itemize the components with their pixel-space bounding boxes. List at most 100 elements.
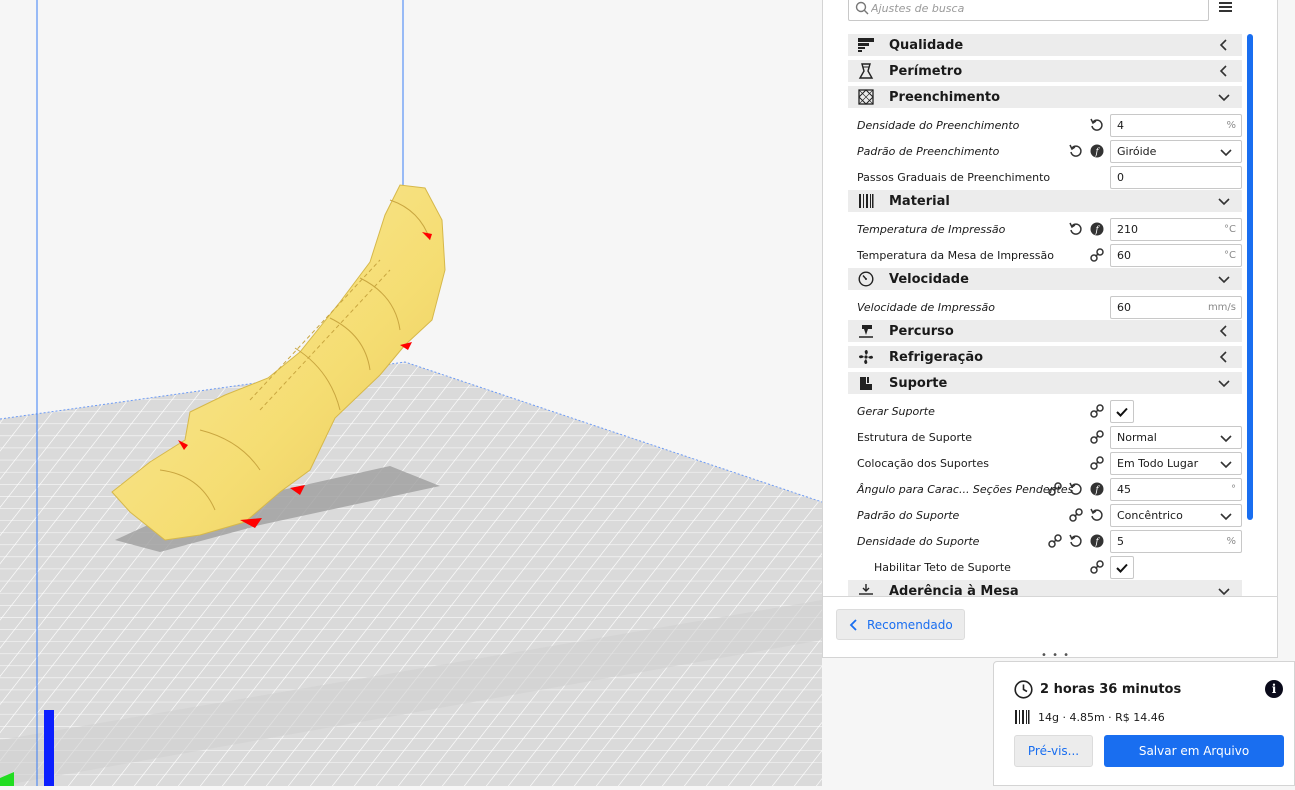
recommended-label: Recomendado (867, 617, 953, 632)
chevron-left-icon (849, 618, 857, 631)
category-suporte[interactable]: Suporte (848, 372, 1242, 394)
link-icon[interactable] (1047, 534, 1062, 549)
reset-icon[interactable] (1068, 222, 1083, 237)
search-icon (855, 1, 869, 15)
link-icon[interactable] (1089, 456, 1104, 471)
material-icon (1015, 710, 1030, 724)
category-label: Velocidade (889, 271, 969, 287)
settings-list[interactable]: Qualidade Perímetro Preenchimento Densid… (848, 34, 1242, 596)
gerar-suporte-checkbox[interactable] (1110, 400, 1134, 423)
link-icon[interactable] (1089, 248, 1104, 263)
padrao-suporte-select[interactable]: Concêntrico (1110, 504, 1242, 527)
field-value: Giróide (1117, 145, 1157, 158)
link-icon[interactable] (1089, 560, 1104, 575)
link-icon[interactable] (1089, 404, 1104, 419)
angulo-secoes-input[interactable]: 45 ° (1110, 478, 1242, 501)
category-material[interactable]: Material (848, 190, 1242, 212)
field-unit: % (1226, 536, 1236, 547)
reset-icon[interactable] (1068, 144, 1083, 159)
preview-button[interactable]: Pré-vis... (1014, 735, 1093, 767)
drag-handle-icon[interactable]: • • • (1041, 650, 1070, 661)
setting-velocidade-impressao: Velocidade de Impressão 60 mm/s (848, 294, 1242, 320)
reset-icon[interactable] (1089, 118, 1104, 133)
search-input[interactable] (871, 0, 1201, 17)
category-qualidade[interactable]: Qualidade (848, 34, 1242, 56)
field-unit: ° (1231, 484, 1236, 495)
velocidade-impressao-input[interactable]: 60 mm/s (1110, 296, 1242, 319)
setting-colocacao-suportes: Colocação dos Suportes Em Todo Lugar (848, 450, 1242, 476)
setting-label: Padrão do Suporte (857, 508, 960, 522)
adhesion-icon (857, 582, 875, 596)
hamburger-menu-icon[interactable] (1219, 1, 1233, 13)
field-value: Normal (1117, 431, 1157, 444)
category-label: Preenchimento (889, 89, 1001, 105)
densidade-suporte-input[interactable]: 5 % (1110, 530, 1242, 553)
setting-padrao-suporte: Padrão do Suporte Concêntrico (848, 502, 1242, 528)
reset-icon[interactable] (1068, 482, 1083, 497)
speed-icon (857, 270, 875, 288)
category-perimetro[interactable]: Perímetro (848, 60, 1242, 82)
chevron-down-icon (1220, 434, 1232, 442)
setting-passos-graduais: Passos Graduais de Preenchimento 0 (848, 164, 1242, 190)
padrao-preenchimento-select[interactable]: Giróide (1110, 140, 1242, 163)
setting-teto-suporte: Habilitar Teto de Suporte (848, 554, 1242, 580)
setting-label: Densidade do Preenchimento (857, 118, 1020, 132)
link-icon[interactable] (1089, 430, 1104, 445)
setting-label: Passos Graduais de Preenchimento (857, 170, 1051, 184)
field-value: 0 (1117, 171, 1124, 184)
setting-label: Gerar Suporte (857, 404, 935, 418)
function-icon[interactable]: f (1089, 482, 1104, 497)
recommended-button[interactable]: Recomendado (836, 609, 965, 640)
infill-icon (857, 88, 875, 106)
function-icon[interactable]: f (1089, 144, 1104, 159)
function-icon[interactable]: f (1089, 534, 1104, 549)
search-box[interactable] (848, 0, 1209, 21)
function-icon[interactable]: f (1089, 222, 1104, 237)
info-icon[interactable]: i (1265, 680, 1283, 698)
field-value: Concêntrico (1117, 509, 1183, 522)
setting-densidade-preenchimento: Densidade do Preenchimento 4 % (848, 112, 1242, 138)
field-value: 4 (1117, 119, 1124, 132)
category-percurso[interactable]: Percurso (848, 320, 1242, 342)
travel-icon (857, 322, 875, 340)
passos-graduais-input[interactable]: 0 (1110, 166, 1242, 189)
teto-suporte-checkbox[interactable] (1110, 556, 1134, 579)
chevron-down-icon (1220, 460, 1232, 468)
link-icon[interactable] (1068, 508, 1083, 523)
reset-icon[interactable] (1068, 534, 1083, 549)
settings-scrollbar[interactable] (1247, 34, 1253, 520)
setting-label: Habilitar Teto de Suporte (874, 560, 1011, 574)
densidade-preenchimento-input[interactable]: 4 % (1110, 114, 1242, 137)
support-icon (857, 374, 875, 392)
quality-icon (857, 36, 875, 54)
setting-gerar-suporte: Gerar Suporte (848, 398, 1242, 424)
checkmark-icon (1116, 407, 1128, 417)
setting-label: Temperatura de Impressão (857, 222, 1006, 236)
setting-estrutura-suporte: Estrutura de Suporte Normal (848, 424, 1242, 450)
field-unit: mm/s (1207, 302, 1236, 313)
temperatura-impressao-input[interactable]: 210 °C (1110, 218, 1242, 241)
category-velocidade[interactable]: Velocidade (848, 268, 1242, 290)
material-usage-row: 14g · 4.85m · R$ 14.46 (1014, 709, 1165, 725)
save-to-file-button[interactable]: Salvar em Arquivo (1104, 735, 1284, 767)
estrutura-suporte-select[interactable]: Normal (1110, 426, 1242, 449)
link-icon[interactable] (1047, 482, 1062, 497)
reset-icon[interactable] (1089, 508, 1104, 523)
setting-label: Ângulo para Carac... Seções Pendentes (857, 482, 1074, 496)
chevron-down-icon (1218, 276, 1230, 284)
chevron-left-icon (1219, 39, 1227, 51)
temperatura-mesa-input[interactable]: 60 °C (1110, 244, 1242, 267)
category-aderencia[interactable]: Aderência à Mesa (848, 580, 1242, 596)
setting-label: Colocação dos Suportes (857, 456, 989, 470)
setting-label: Temperatura da Mesa de Impressão (857, 248, 1055, 262)
checkmark-icon (1116, 563, 1128, 573)
category-label: Suporte (889, 375, 948, 391)
field-value: 60 (1117, 301, 1131, 314)
print-estimate-panel: 2 horas 36 minutos i 14g · 4.85m · R$ 14… (993, 661, 1295, 786)
clock-icon (1014, 680, 1033, 699)
category-label: Aderência à Mesa (889, 583, 1019, 597)
setting-angulo-secoes: Ângulo para Carac... Seções Pendentes f … (848, 476, 1242, 502)
colocacao-suportes-select[interactable]: Em Todo Lugar (1110, 452, 1242, 475)
category-refrigeracao[interactable]: Refrigeração (848, 346, 1242, 368)
category-preenchimento[interactable]: Preenchimento (848, 86, 1242, 108)
